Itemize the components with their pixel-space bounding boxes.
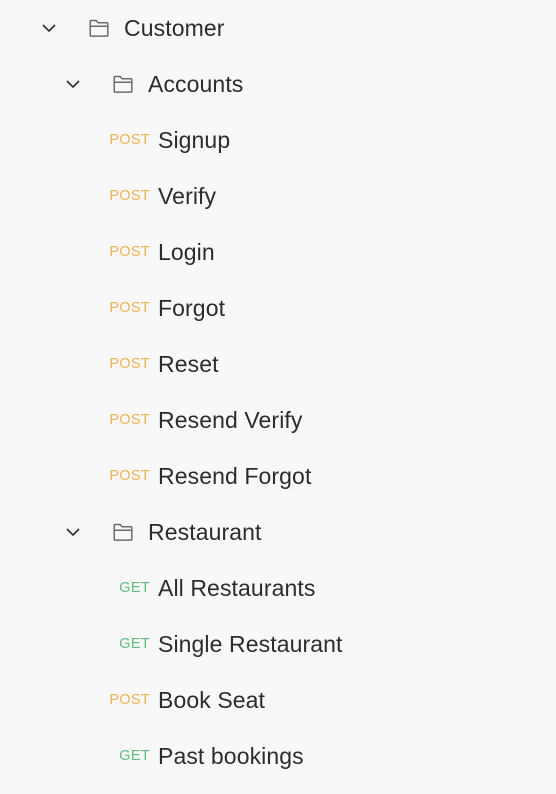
request-label: Reset [158,350,219,377]
folder-label: Restaurant [148,518,262,545]
chevron-down-icon[interactable] [62,73,84,95]
method-badge-get: GET [119,748,150,764]
folder-row-customer[interactable]: Customer [0,0,556,56]
request-row-login[interactable]: POST Login [0,224,556,280]
request-label: Resend Verify [158,406,303,433]
method-badge-post: POST [109,188,150,204]
request-row-verify[interactable]: POST Verify [0,168,556,224]
request-label: Book Seat [158,686,266,713]
request-row-single-restaurant[interactable]: GET Single Restaurant [0,616,556,672]
chevron-down-icon[interactable] [38,17,60,39]
folder-row-accounts[interactable]: Accounts [0,56,556,112]
request-row-signup[interactable]: POST Signup [0,112,556,168]
method-badge-post: POST [109,468,150,484]
request-label: Forgot [158,294,226,321]
chevron-down-icon[interactable] [62,521,84,543]
folder-icon [110,519,136,545]
request-label: Signup [158,126,231,153]
method-badge-post: POST [109,356,150,372]
method-badge-get: GET [119,636,150,652]
request-label: Past bookings [158,742,304,769]
request-label: Login [158,238,215,265]
request-label: All Restaurants [158,574,316,601]
request-label: Verify [158,182,217,209]
method-badge-post: POST [109,244,150,260]
request-label: Resend Forgot [158,462,312,489]
method-badge-post: POST [109,692,150,708]
folder-label: Customer [124,14,225,41]
api-collection-tree: Customer Accounts POST Signup POST Verify POST… [0,0,556,794]
method-badge-post: POST [109,412,150,428]
request-row-reset[interactable]: POST Reset [0,336,556,392]
folder-row-restaurant[interactable]: Restaurant [0,504,556,560]
request-row-resend-forgot[interactable]: POST Resend Forgot [0,448,556,504]
method-badge-post: POST [109,132,150,148]
folder-label: Accounts [148,70,244,97]
request-row-past-bookings[interactable]: GET Past bookings [0,728,556,784]
request-row-forgot[interactable]: POST Forgot [0,280,556,336]
request-row-all-restaurants[interactable]: GET All Restaurants [0,560,556,616]
request-row-book-seat[interactable]: POST Book Seat [0,672,556,728]
folder-icon [86,15,112,41]
method-badge-post: POST [109,300,150,316]
folder-icon [110,71,136,97]
request-label: Single Restaurant [158,630,343,657]
request-row-resend-verify[interactable]: POST Resend Verify [0,392,556,448]
method-badge-get: GET [119,580,150,596]
